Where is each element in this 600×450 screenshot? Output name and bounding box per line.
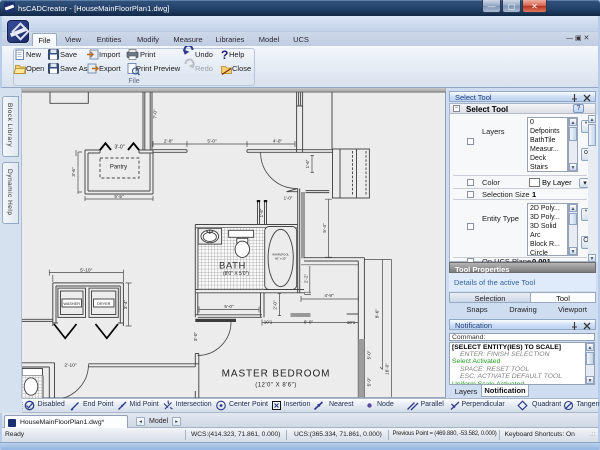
svg-text:3'-0": 3'-0" (193, 332, 198, 342)
svg-text:(12'0" X 8'6"): (12'0" X 8'6") (255, 383, 297, 389)
svg-text:2'-8": 2'-8" (164, 139, 174, 144)
svg-text:?: ? (221, 48, 228, 62)
svg-text:MASTER BEDROOM: MASTER BEDROOM (222, 369, 331, 380)
svg-text:7'-0": 7'-0" (153, 109, 158, 119)
svg-text:WASHER: WASHER (63, 302, 80, 306)
svg-text:3'-4": 3'-4" (123, 300, 128, 310)
svg-text:1'-0": 1'-0" (284, 196, 293, 201)
svg-text:5'-0": 5'-0" (224, 304, 234, 309)
svg-text:DRYER: DRYER (97, 302, 110, 306)
svg-text:5'-9": 5'-9" (367, 377, 372, 386)
svg-text:8'-0": 8'-0" (304, 320, 314, 325)
svg-text:5'-5": 5'-5" (114, 194, 124, 199)
svg-text:4'-0": 4'-0" (273, 139, 283, 144)
svg-text:10'1: 10'1 (264, 320, 273, 325)
svg-text:2'-2": 2'-2" (303, 274, 308, 284)
svg-text:16'-0": 16'-0" (384, 363, 389, 375)
svg-text:10'1: 10'1 (347, 320, 356, 325)
svg-text:5'-0": 5'-0" (207, 139, 217, 144)
svg-text:5'-0": 5'-0" (367, 350, 372, 359)
svg-text:1'-6": 1'-6" (305, 159, 310, 168)
svg-text:8'-6": 8'-6" (375, 309, 380, 319)
svg-text:2'-0": 2'-0" (272, 300, 277, 310)
svg-text:5'-10": 5'-10" (80, 267, 93, 273)
svg-text:Pantry: Pantry (110, 165, 127, 171)
svg-text:(8'0" X 5'0"): (8'0" X 5'0") (223, 271, 249, 277)
svg-text:5'-4": 5'-4" (322, 223, 327, 233)
svg-text:BATH: BATH (219, 261, 246, 272)
svg-text:4'-9": 4'-9" (324, 293, 334, 298)
svg-text:3'-0": 3'-0" (115, 144, 125, 150)
svg-text:1'-6": 1'-6" (259, 208, 264, 217)
svg-text:60" x 30": 60" x 30" (275, 257, 286, 261)
svg-text:2'-10": 2'-10" (64, 363, 77, 369)
svg-text:3'-6": 3'-6" (71, 167, 76, 177)
